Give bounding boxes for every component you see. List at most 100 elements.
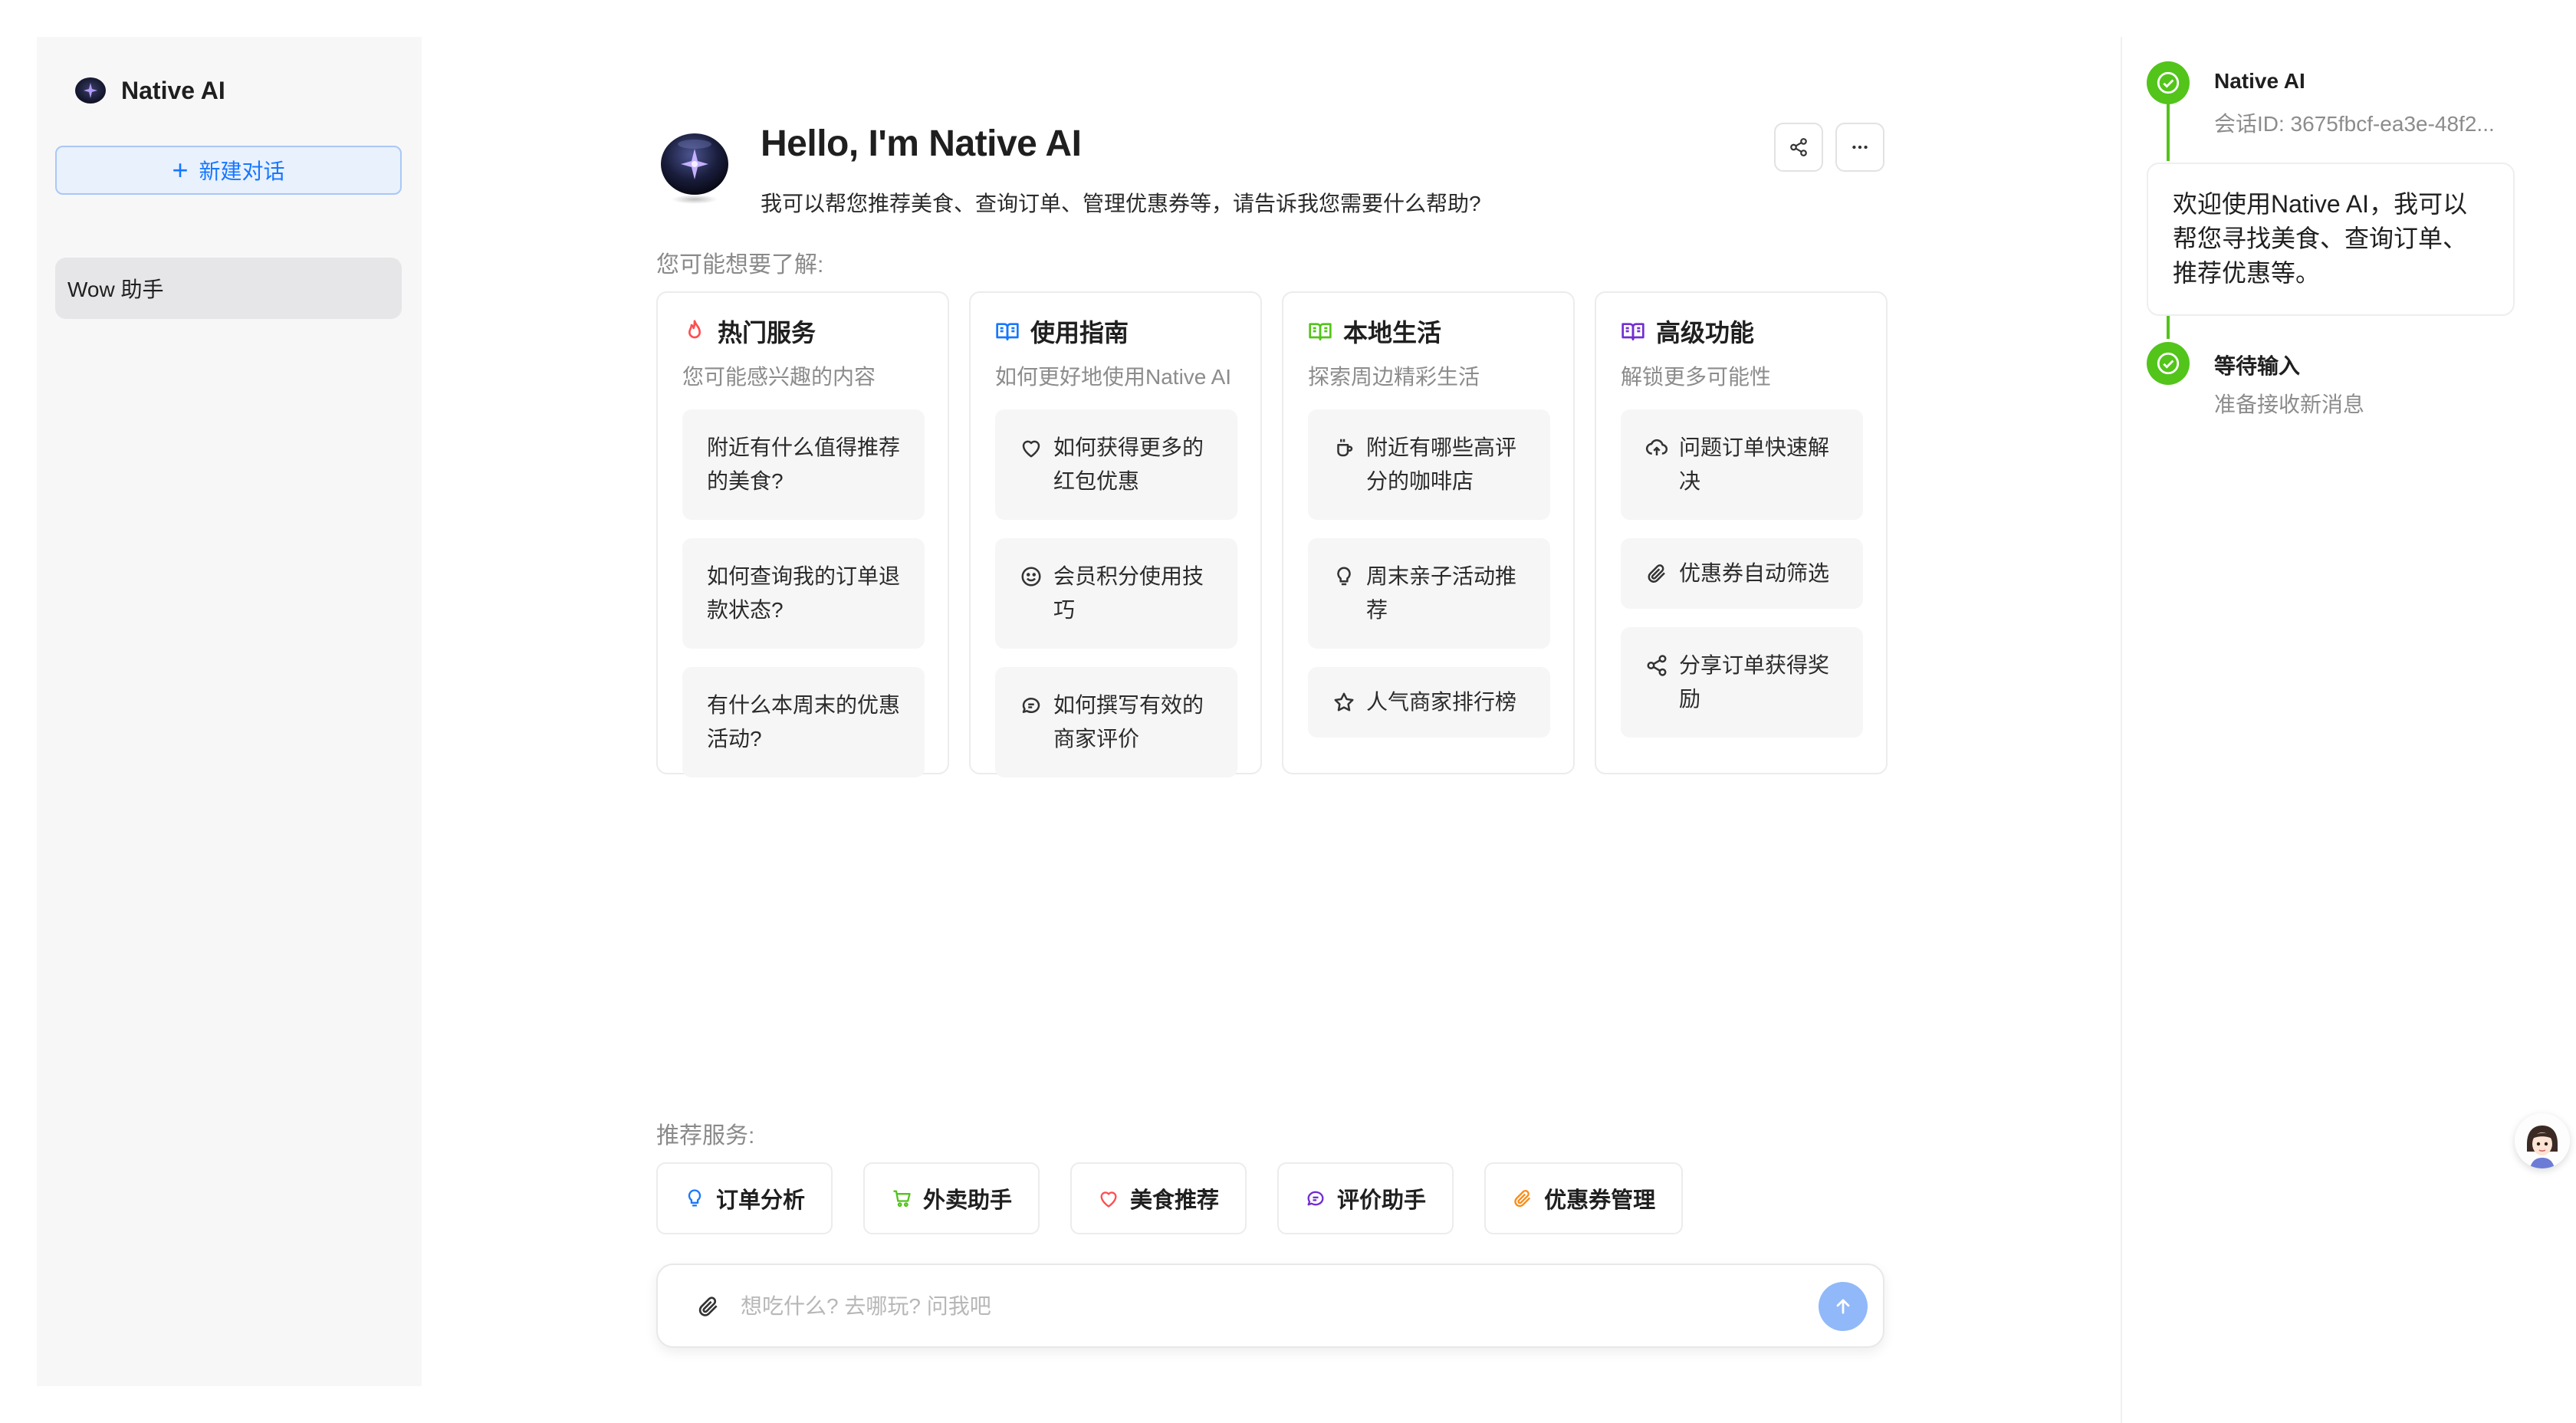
logo-icon [75, 77, 106, 104]
service-review-assistant-button[interactable]: 评价助手 [1277, 1162, 1454, 1234]
prompt-item[interactable]: 周末亲子活动推荐 [1308, 538, 1550, 649]
card-header: 热门服务 [682, 316, 923, 347]
prompt-item[interactable]: 分享订单获得奖励 [1621, 627, 1863, 738]
prompt-item[interactable]: 人气商家排行榜 [1308, 667, 1550, 738]
paperclip-icon [1648, 564, 1665, 583]
prompt-item-label: 问题订单快速解决 [1679, 435, 1830, 493]
app-name: Native AI [121, 76, 225, 104]
prompt-item-label: 优惠券自动筛选 [1679, 561, 1830, 585]
prompt-item[interactable]: 问题订单快速解决 [1621, 409, 1863, 520]
prompt-item-label: 附近有哪些高评分的咖啡店 [1366, 435, 1517, 493]
service-food-recommend-button[interactable]: 美食推荐 [1070, 1162, 1247, 1234]
prompt-item-label: 分享订单获得奖励 [1679, 653, 1830, 711]
share-icon [1647, 655, 1667, 676]
timeline-connector [2167, 316, 2170, 339]
card-header: 本地生活 [1308, 316, 1549, 347]
plus-icon: + [172, 154, 189, 186]
card-usage-guide: 使用指南 如何更好地使用Native AI 如何获得更多的红包优惠 会员积分使用… [969, 291, 1262, 777]
page-description: 我可以帮您推荐美食、查询订单、管理优惠券等，请告诉我您需要什么帮助? [761, 192, 1481, 215]
card-subtitle: 您可能感兴趣的内容 [682, 365, 876, 389]
app-root: Native AI + 新建对话 Wow 助手 Hello, I'm Nativ… [0, 0, 2576, 1423]
card-header: 使用指南 [995, 316, 1236, 347]
bulb-icon [1337, 567, 1351, 586]
card-hot-services: 热门服务 您可能感兴趣的内容 附近有什么值得推荐的美食? 如何查询我的订单退款状… [656, 291, 949, 777]
welcome-message: 欢迎使用Native AI，我可以帮您寻找美食、查询订单、推荐优惠等。 [2147, 163, 2515, 316]
share-button[interactable] [1774, 123, 1823, 172]
send-button[interactable] [1819, 1282, 1868, 1331]
heart-icon [1100, 1191, 1117, 1208]
ellipsis-icon [1852, 145, 1868, 150]
fire-icon [688, 320, 701, 339]
service-delivery-assistant-button[interactable]: 外卖助手 [863, 1162, 1040, 1234]
cart-icon [893, 1190, 911, 1208]
prompt-item-label: 有什么本周末的优惠活动? [707, 693, 901, 751]
book-icon [1622, 323, 1644, 340]
service-label: 美食推荐 [1130, 1188, 1220, 1213]
paperclip-icon [1514, 1189, 1531, 1208]
prompt-item-label: 周末亲子活动推荐 [1366, 564, 1517, 622]
timeline-title: 等待输入 [2214, 354, 2301, 378]
card-header: 高级功能 [1621, 316, 1861, 347]
service-label: 外卖助手 [923, 1188, 1013, 1213]
comment-icon [1307, 1191, 1324, 1206]
star-icon [1334, 692, 1354, 712]
prompt-item-label: 附近有什么值得推荐的美食? [707, 435, 901, 493]
session-id: 会话ID: 3675fbcf-ea3e-48f2... [2214, 112, 2495, 136]
more-button[interactable] [1835, 123, 1884, 172]
prompt-item[interactable]: 如何撰写有效的商家评价 [995, 667, 1237, 777]
prompt-item[interactable]: 有什么本周末的优惠活动? [682, 667, 925, 777]
cloud-upload-icon [1645, 439, 1668, 455]
prompt-item[interactable]: 如何查询我的订单退款状态? [682, 538, 925, 649]
prompt-item-label: 如何撰写有效的商家评价 [1053, 693, 1204, 751]
check-circle-icon [2147, 61, 2190, 104]
prompt-item[interactable]: 附近有哪些高评分的咖啡店 [1308, 409, 1550, 520]
timeline-connector [2167, 104, 2170, 161]
conversation-item[interactable]: Wow 助手 [55, 258, 402, 319]
check-circle-icon [2147, 342, 2190, 385]
prompt-item-label: 会员积分使用技巧 [1053, 564, 1204, 622]
timeline-title: Native AI [2214, 69, 2305, 93]
assistant-avatar [661, 133, 728, 204]
bulb-icon [688, 1189, 702, 1207]
service-coupon-manage-button[interactable]: 优惠券管理 [1484, 1162, 1684, 1234]
book-icon [996, 323, 1019, 340]
prompt-item[interactable]: 如何获得更多的红包优惠 [995, 409, 1237, 520]
service-order-analysis-button[interactable]: 订单分析 [656, 1162, 833, 1234]
prompt-cards: 热门服务 您可能感兴趣的内容 附近有什么值得推荐的美食? 如何查询我的订单退款状… [656, 291, 1888, 777]
page-title: Hello, I'm Native AI [761, 123, 1082, 164]
support-avatar[interactable] [2515, 1113, 2570, 1168]
card-subtitle: 探索周边精彩生活 [1308, 365, 1480, 389]
service-label: 订单分析 [716, 1188, 806, 1213]
prompt-item[interactable]: 会员积分使用技巧 [995, 538, 1237, 649]
heart-icon [1022, 440, 1040, 458]
new-chat-label: 新建对话 [199, 159, 285, 183]
recommended-label: 推荐服务: [656, 1123, 755, 1149]
prompts-label: 您可能想要了解: [656, 252, 824, 278]
new-chat-button[interactable]: + 新建对话 [55, 146, 402, 195]
sidebar: Native AI + 新建对话 Wow 助手 [37, 37, 422, 1386]
prompt-item[interactable]: 优惠券自动筛选 [1621, 538, 1863, 609]
prompt-item-label: 人气商家排行榜 [1366, 690, 1517, 714]
attach-icon[interactable] [696, 1294, 721, 1319]
card-subtitle: 解锁更多可能性 [1621, 365, 1772, 389]
book-icon [1309, 323, 1332, 340]
prompt-item[interactable]: 附近有什么值得推荐的美食? [682, 409, 925, 520]
recommended-services: 订单分析 外卖助手 美食推荐 评价助手 优惠券管理 [656, 1162, 1684, 1234]
arrow-up-icon [1836, 1299, 1850, 1314]
card-title: 使用指南 [1030, 319, 1129, 347]
card-advanced-features: 高级功能 解锁更多可能性 问题订单快速解决 优惠券自动筛选 分享订单获得奖励 [1595, 291, 1888, 774]
conversation-label: Wow 助手 [67, 278, 164, 301]
service-label: 评价助手 [1337, 1188, 1427, 1213]
prompt-item-label: 如何获得更多的红包优惠 [1053, 435, 1204, 493]
coffee-icon [1337, 439, 1353, 457]
share-icon [1790, 138, 1807, 156]
person-avatar-icon [2515, 1113, 2570, 1168]
card-title: 热门服务 [718, 319, 816, 347]
card-local-life: 本地生活 探索周边精彩生活 附近有哪些高评分的咖啡店 周末亲子活动推荐 人气商家… [1282, 291, 1575, 774]
service-label: 优惠券管理 [1544, 1188, 1656, 1213]
message-input[interactable] [741, 1287, 1691, 1326]
card-title: 高级功能 [1656, 319, 1755, 347]
prompt-item-label: 如何查询我的订单退款状态? [707, 564, 901, 622]
smile-icon [1021, 567, 1041, 587]
card-title: 本地生活 [1343, 319, 1442, 347]
